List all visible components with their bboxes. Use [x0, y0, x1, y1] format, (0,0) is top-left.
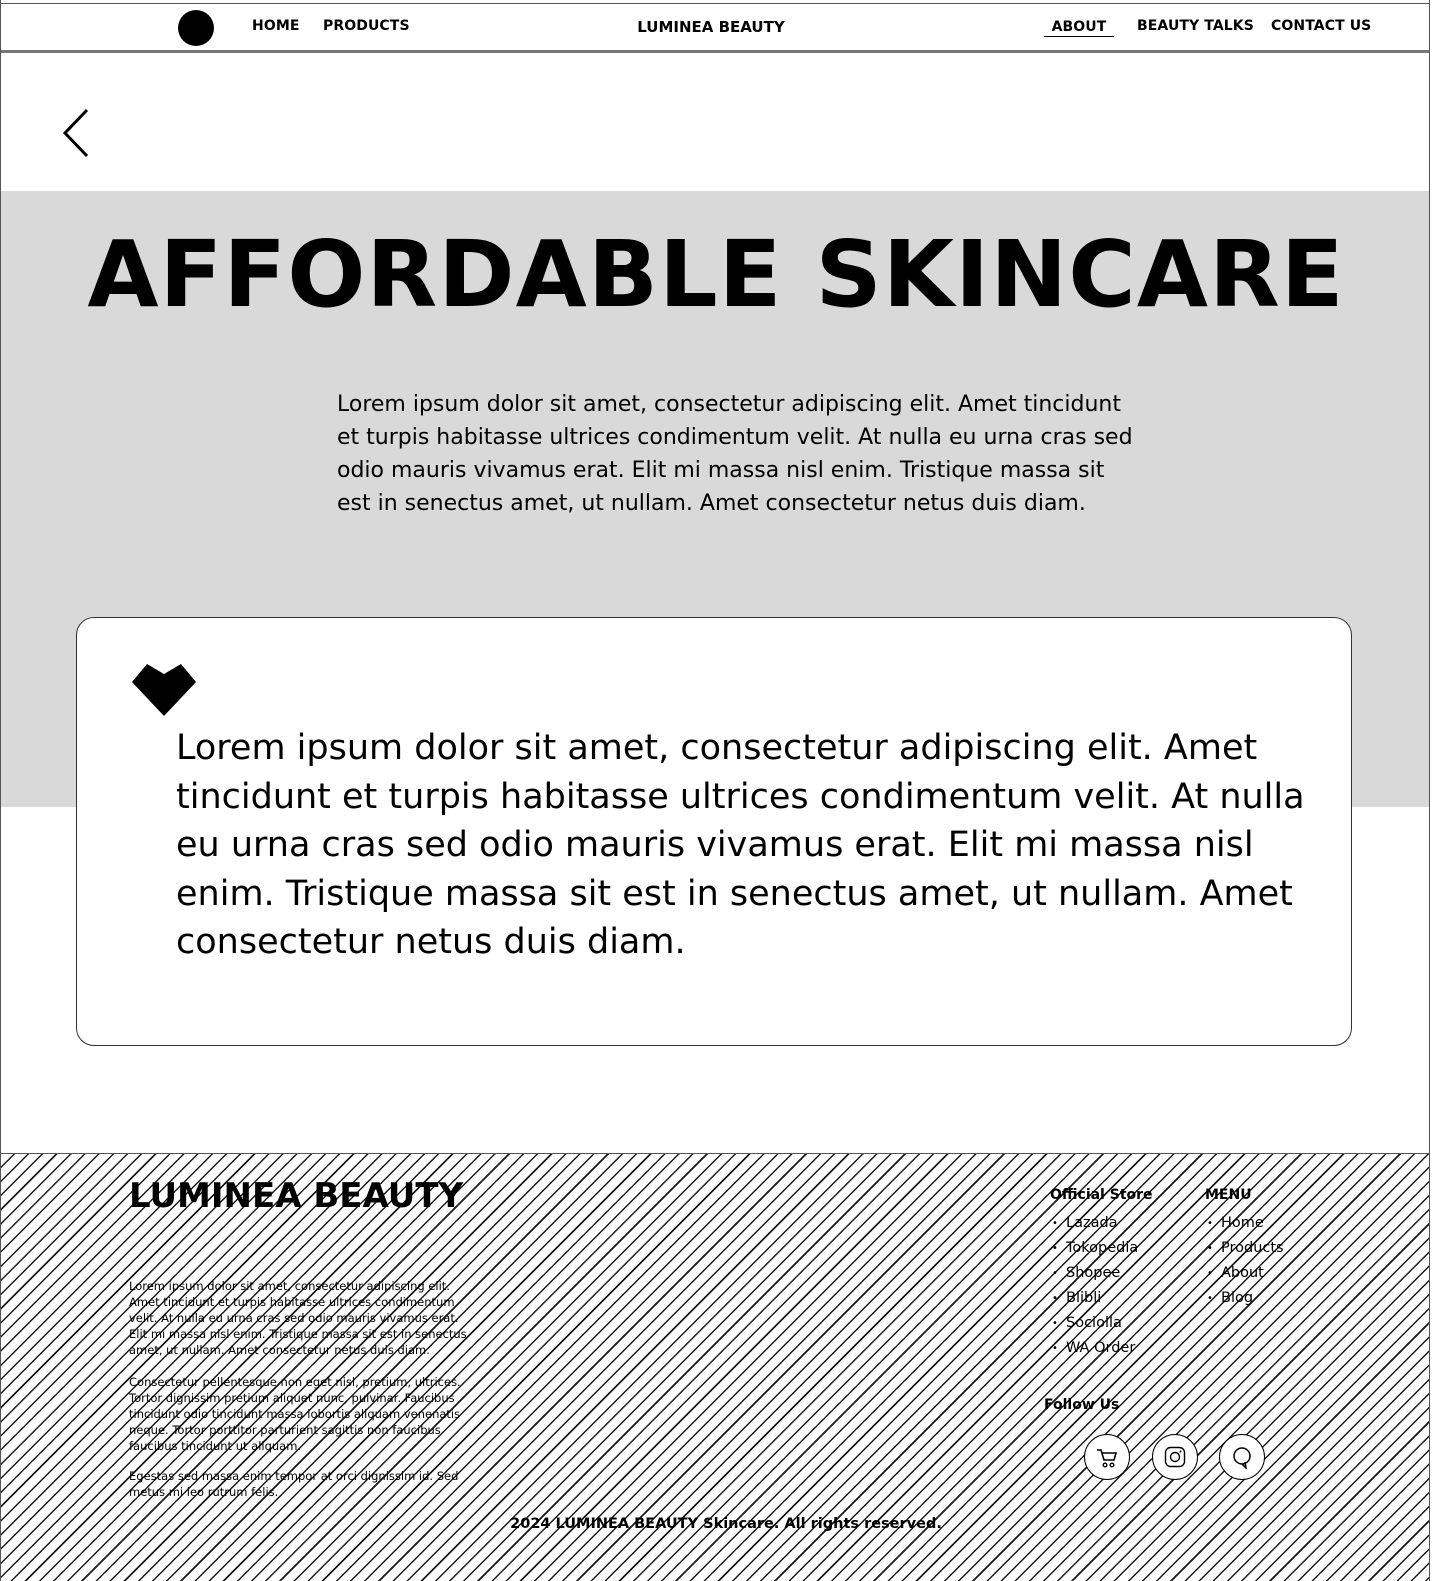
feature-card: Lorem ipsum dolor sit amet, consectetur … — [76, 617, 1352, 1046]
footer-brand: LUMINEA BEAUTY — [129, 1176, 464, 1216]
page-frame: HOME PRODUCTS LUMINEA BEAUTY ABOUT BEAUT… — [0, 0, 1430, 1581]
footer-menu-products[interactable]: Products — [1205, 1236, 1284, 1261]
nav-about-link[interactable]: ABOUT — [1044, 19, 1114, 37]
chevron-left-icon — [62, 108, 89, 158]
store-link-blibli[interactable]: Blibli — [1050, 1286, 1138, 1311]
instagram-icon — [1164, 1446, 1186, 1468]
shop-social-button[interactable] — [1084, 1434, 1130, 1480]
back-button[interactable] — [56, 105, 96, 161]
store-link-shopee[interactable]: Shopee — [1050, 1261, 1138, 1286]
store-link-tokopedia[interactable]: Tokopedia — [1050, 1236, 1138, 1261]
footer-paragraph: Consectetur pellentesque non eget nisl, … — [129, 1375, 461, 1453]
top-navigation: HOME PRODUCTS LUMINEA BEAUTY ABOUT BEAUT… — [1, 3, 1429, 53]
footer-menu-about[interactable]: About — [1205, 1261, 1284, 1286]
footer-paragraph: Egestas sed massa enim tempor at orci di… — [129, 1469, 459, 1499]
nav-contact-link[interactable]: CONTACT US — [1271, 18, 1371, 34]
footer-paragraph: Lorem ipsum dolor sit amet, consectetur … — [129, 1279, 467, 1357]
store-link-lazada[interactable]: Lazada — [1050, 1211, 1138, 1236]
hero-description: Lorem ipsum dolor sit amet, consectetur … — [337, 392, 1133, 516]
footer-menu-home[interactable]: Home — [1205, 1211, 1284, 1236]
store-link-wa-order[interactable]: WA Order — [1050, 1336, 1138, 1361]
store-link-sociolla[interactable]: Sociolla — [1050, 1311, 1138, 1336]
heart-icon — [132, 664, 196, 716]
official-store-list: Lazada Tokopedia Shopee Blibli Sociolla … — [1050, 1211, 1138, 1361]
footer: LUMINEA BEAUTY Lorem ipsum dolor sit ame… — [1, 1153, 1429, 1581]
footer-menu-blog[interactable]: Blog — [1205, 1286, 1284, 1311]
official-store-heading: Official Store — [1050, 1187, 1153, 1203]
footer-menu-list: Home Products About Blog — [1205, 1211, 1284, 1311]
instagram-social-button[interactable] — [1152, 1434, 1198, 1480]
follow-us-heading: Follow Us — [1044, 1397, 1120, 1413]
copyright-text: 2024 LUMINEA BEAUTY Skincare. All rights… — [510, 1516, 942, 1532]
hero-title: AFFORDABLE SKINCARE — [87, 221, 1345, 328]
shopping-cart-icon — [1097, 1449, 1118, 1468]
nav-beauty-talks-link[interactable]: BEAUTY TALKS — [1137, 18, 1254, 34]
feature-card-text: Lorem ipsum dolor sit amet, consectetur … — [176, 728, 1305, 962]
chat-icon — [1233, 1447, 1251, 1469]
chat-social-button[interactable] — [1219, 1434, 1265, 1480]
menu-heading: MENU — [1205, 1187, 1252, 1203]
